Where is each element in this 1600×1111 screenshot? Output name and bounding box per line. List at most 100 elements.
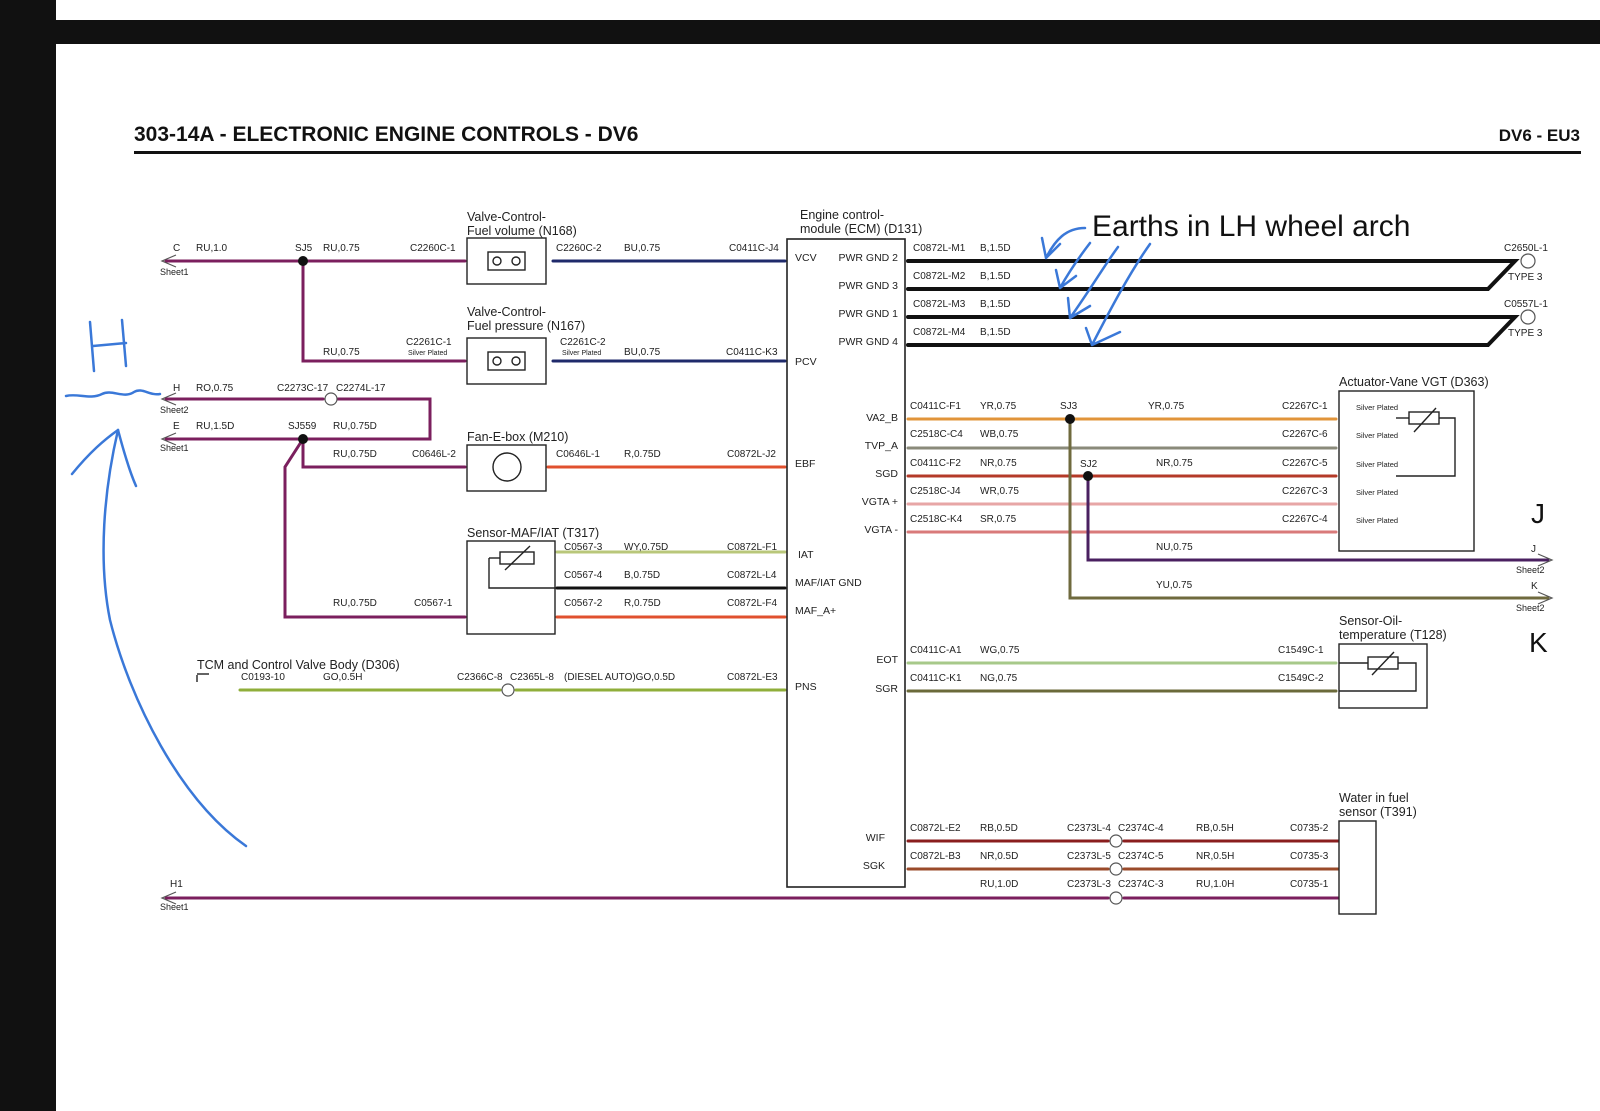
n168-port-b bbox=[511, 256, 521, 266]
m210-box bbox=[466, 444, 547, 492]
wire-nr05h: NR,0.5H bbox=[1196, 851, 1234, 862]
offsheet-h-sheet: Sheet2 bbox=[160, 405, 189, 415]
splice-sj2: SJ2 bbox=[1080, 459, 1098, 470]
wire-ru075d-b: RU,0.75D bbox=[333, 449, 377, 460]
ecm-pin-pwr-gnd-4: PWR GND 4 bbox=[838, 336, 898, 348]
conn-c2374c3: C2374C-3 bbox=[1118, 879, 1164, 890]
t128-variable-arrow bbox=[1371, 651, 1395, 676]
ecm-pin-vgta-plus: VGTA + bbox=[862, 496, 898, 508]
conn-c0646l1: C0646L-1 bbox=[556, 449, 600, 460]
wire-ru10d: RU,1.0D bbox=[980, 879, 1018, 890]
n168-title-2: Fuel volume (N168) bbox=[467, 224, 577, 238]
ground-type-2: TYPE 3 bbox=[1508, 328, 1543, 339]
ecm-pin-pcv: PCV bbox=[795, 356, 817, 368]
d363-return bbox=[1396, 417, 1456, 477]
ecm-pin-pns: PNS bbox=[795, 681, 817, 693]
conn-c2267c1: C2267C-1 bbox=[1282, 401, 1328, 412]
wiring-diagram: 303-14A - ELECTRONIC ENGINE CONTROLS - D… bbox=[64, 123, 1581, 915]
offsheet-k-letter: K bbox=[1531, 581, 1538, 592]
wire-ru075d-c: RU,0.75D bbox=[333, 598, 377, 609]
conn-c1549c2: C1549C-2 bbox=[1278, 673, 1324, 684]
ecm-pin-wif: WIF bbox=[866, 832, 885, 844]
annotation-j: J bbox=[1531, 498, 1545, 529]
ecm-pin-va2b: VA2_B bbox=[866, 412, 898, 424]
conn-c0411ck3: C0411C-K3 bbox=[726, 347, 778, 358]
conn-c2260c1: C2260C-1 bbox=[410, 243, 456, 254]
n167-title-1: Valve-Control- bbox=[467, 305, 546, 319]
offsheet-k-sheet: Sheet2 bbox=[1516, 603, 1545, 613]
model-code: DV6 - EU3 bbox=[1499, 126, 1580, 145]
wire-bu-1: BU,0.75 bbox=[624, 243, 661, 254]
conn-c2650l1: C2650L-1 bbox=[1504, 243, 1548, 254]
t317-variable-arrow bbox=[504, 545, 531, 571]
wire-bu-2: BU,0.75 bbox=[624, 347, 661, 358]
vgt-silver-plated-5: Silver Plated bbox=[1356, 516, 1398, 525]
conn-k4: C2518C-K4 bbox=[910, 514, 963, 525]
pen-arrowhead bbox=[70, 428, 138, 488]
conn-a1: C0411C-A1 bbox=[910, 645, 962, 656]
t391-box bbox=[1338, 820, 1377, 915]
conn-f2: C0411C-F2 bbox=[910, 458, 961, 469]
wire-ng: NG,0.75 bbox=[980, 673, 1018, 684]
wire-yr-b: YR,0.75 bbox=[1148, 401, 1185, 412]
offsheet-h-wire: RO,0.75 bbox=[196, 383, 234, 394]
conn-c0411cj4: C0411C-J4 bbox=[729, 243, 779, 254]
pen-annotations bbox=[64, 226, 1152, 848]
pen-earth-arrow-2 bbox=[1054, 241, 1092, 290]
conn-c0872lf1: C0872L-F1 bbox=[727, 542, 777, 553]
pen-earth-arrow-1 bbox=[1040, 226, 1087, 260]
t128-box bbox=[1338, 643, 1428, 709]
d363-title: Actuator-Vane VGT (D363) bbox=[1339, 375, 1489, 389]
t128-return bbox=[1339, 662, 1417, 692]
ecm-title-2: module (ECM) (D131) bbox=[800, 222, 922, 236]
conn-e2: C0872L-E2 bbox=[910, 823, 961, 834]
wire-b15d-2: B,1.5D bbox=[980, 271, 1011, 282]
d363-resistor bbox=[1408, 411, 1440, 425]
conn-j4: C2518C-J4 bbox=[910, 486, 961, 497]
ecm-pin-ebf: EBF bbox=[795, 458, 815, 470]
wire-nr-b: NR,0.75 bbox=[1156, 458, 1193, 469]
wire-b15d-4: B,1.5D bbox=[980, 327, 1011, 338]
conn-c019310: C0193-10 bbox=[241, 672, 285, 683]
n167-box bbox=[466, 337, 547, 385]
wire-diesel-auto: (DIESEL AUTO)GO,0.5D bbox=[564, 672, 675, 683]
conn-c1549c1: C1549C-1 bbox=[1278, 645, 1324, 656]
ecm-pin-vgta-minus: VGTA - bbox=[864, 524, 898, 536]
conn-c0872ll4: C0872L-L4 bbox=[727, 570, 777, 581]
splice-sj5: SJ5 bbox=[295, 243, 313, 254]
ecm-pin-sgd: SGD bbox=[875, 468, 898, 480]
wire-wb: WB,0.75 bbox=[980, 429, 1019, 440]
offsheet-j-sheet: Sheet2 bbox=[1516, 565, 1545, 575]
ecm-pin-mafiat-gnd: MAF/IAT GND bbox=[795, 577, 862, 589]
conn-c05674: C0567-4 bbox=[564, 570, 603, 581]
wire-nr05d: NR,0.5D bbox=[980, 851, 1018, 862]
silver-plated-1: Silver Plated bbox=[408, 350, 447, 357]
ecm-pin-pwr-gnd-2: PWR GND 2 bbox=[838, 252, 898, 264]
offsheet-c-letter: C bbox=[173, 243, 180, 254]
wire-b15d-1: B,1.5D bbox=[980, 243, 1011, 254]
wire-r075d-a: R,0.75D bbox=[624, 449, 661, 460]
conn-c0557l1: C0557L-1 bbox=[1504, 299, 1548, 310]
ecm-pin-iat: IAT bbox=[798, 549, 814, 561]
silver-plated-2: Silver Plated bbox=[562, 350, 601, 357]
vgt-silver-plated-3: Silver Plated bbox=[1356, 460, 1398, 469]
conn-c2261c2: C2261C-2 bbox=[560, 337, 606, 348]
n167-port-b bbox=[511, 356, 521, 366]
conn-m1: C0872L-M1 bbox=[913, 243, 966, 254]
offsheet-h1-letter: H1 bbox=[170, 879, 183, 890]
conn-m3: C0872L-M3 bbox=[913, 299, 966, 310]
conn-c2373l4: C2373L-4 bbox=[1067, 823, 1111, 834]
conn-c2267c6: C2267C-6 bbox=[1282, 429, 1328, 440]
wire-yu: YU,0.75 bbox=[1156, 580, 1193, 591]
offsheet-e-sheet: Sheet1 bbox=[160, 443, 189, 453]
conn-c2274l: C2274L-17 bbox=[336, 383, 386, 394]
offsheet-e-letter: E bbox=[173, 421, 180, 432]
offsheet-j-letter: J bbox=[1531, 544, 1536, 555]
conn-c0646l2: C0646L-2 bbox=[412, 449, 456, 460]
wire-wr: WR,0.75 bbox=[980, 486, 1019, 497]
conn-c2365l: C2365L-8 bbox=[510, 672, 554, 683]
ecm-pin-pwr-gnd-1: PWR GND 1 bbox=[838, 308, 898, 320]
conn-c0872lj2: C0872L-J2 bbox=[727, 449, 776, 460]
ground-type-1: TYPE 3 bbox=[1508, 272, 1543, 283]
wire-nr-a: NR,0.75 bbox=[980, 458, 1017, 469]
